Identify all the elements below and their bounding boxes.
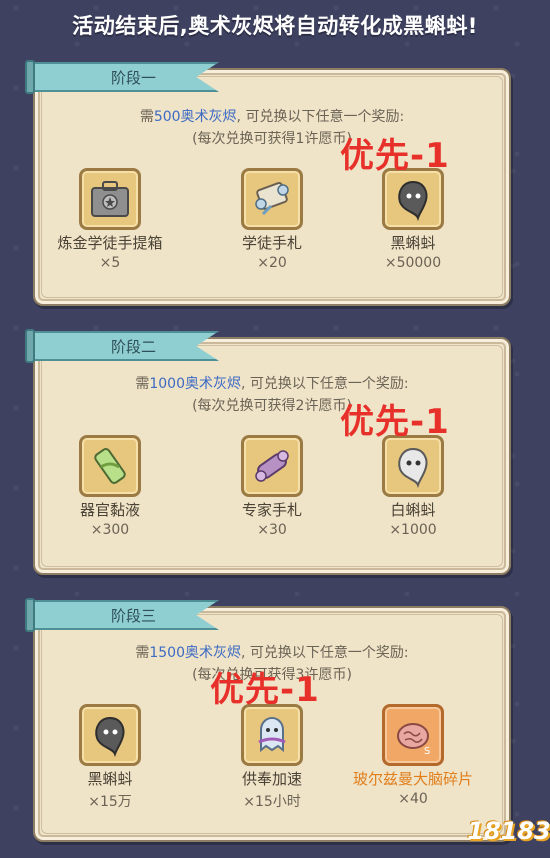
reward-item[interactable]: 专家手札 ×30 [207,435,337,538]
reward-item[interactable]: S 玻尔兹曼大脑碎片 ×40 [348,704,478,807]
reward-name: 供奉加速 [241,770,302,788]
requirement-text: 需1500奥术灰烬, 可兑换以下任意一个奖励: [135,645,409,661]
reward-qty: ×40 [398,791,428,807]
reward-name: 炼金学徒手提箱 [57,234,163,252]
reward-qty: ×5 [99,255,121,271]
priority-annotation: 优先-1 [210,670,320,710]
reward-qty: ×15万 [88,794,132,810]
reward-item[interactable]: 器官黏液 ×300 [45,435,175,538]
reward-item[interactable]: 炼金学徒手提箱 ×5 [45,168,175,271]
reward-qty: ×15小时 [243,794,301,810]
ash-amount: 1000奥术灰烬 [149,376,241,392]
tab-cap [25,329,35,363]
reward-qty: ×300 [90,522,130,538]
requirement-text: 需1000奥术灰烬, 可兑换以下任意一个奖励: [135,376,409,392]
stage-panel-2: 阶段二 需1000奥术灰烬, 可兑换以下任意一个奖励: (每次兑换可获得2许愿币… [25,329,511,575]
white-tadpole-icon [382,435,444,497]
reward-name: 黑蝌蚪 [390,234,436,252]
reward-name: 黑蝌蚪 [87,770,133,788]
ash-amount: 1500奥术灰烬 [149,645,241,661]
tab-cap [25,60,35,94]
reward-qty: ×50000 [384,255,442,271]
slime-vial-icon [79,435,141,497]
reward-qty: ×1000 [389,522,437,538]
site-watermark-logo: 18183 [467,817,550,845]
stage-panel-3: 阶段三 需1500奥术灰烬, 可兑换以下任意一个奖励: (每次兑换可获得3许愿币… [25,598,511,842]
reward-item[interactable]: 黑蝌蚪 ×50000 [348,168,478,271]
reward-name: 器官黏液 [79,501,140,519]
reward-name: 玻尔兹曼大脑碎片 [352,770,473,788]
reward-item[interactable]: 白蝌蚪 ×1000 [348,435,478,538]
scroll-icon [241,168,303,230]
priority-annotation: 优先-1 [340,136,450,176]
stage-tab-1: 阶段一 [29,62,219,92]
reward-qty: ×30 [257,522,287,538]
reward-name: 白蝌蚪 [390,501,436,519]
svg-text:S: S [424,746,430,757]
tab-cap [25,598,35,632]
reward-name: 专家手札 [241,501,302,519]
requirement-text: 需500奥术灰烬, 可兑换以下任意一个奖励: [139,109,405,125]
event-end-banner: 活动结束后,奥术灰烬将自动转化成黑蝌蚪! [72,14,478,38]
reward-qty: ×20 [257,255,287,271]
priority-annotation: 优先-1 [340,402,450,442]
black-tadpole-icon [79,704,141,766]
black-tadpole-icon [382,168,444,230]
reward-name: 学徒手札 [241,234,302,252]
stage-tab-3: 阶段三 [29,600,219,630]
stage-tab-2: 阶段二 [29,331,219,361]
reward-item[interactable]: 学徒手札 ×20 [207,168,337,271]
ash-amount: 500奥术灰烬 [153,109,237,125]
purple-scroll-icon [241,435,303,497]
suitcase-icon [79,168,141,230]
reward-item[interactable]: 黑蝌蚪 ×15万 [45,704,175,811]
brain-fragment-icon: S [382,704,444,766]
stage-panel-1: 阶段一 需500奥术灰烬, 可兑换以下任意一个奖励: (每次兑换可获得1许愿币)… [25,60,511,306]
ghost-speedup-icon [241,704,303,766]
reward-item[interactable]: 供奉加速 ×15小时 [207,704,337,811]
